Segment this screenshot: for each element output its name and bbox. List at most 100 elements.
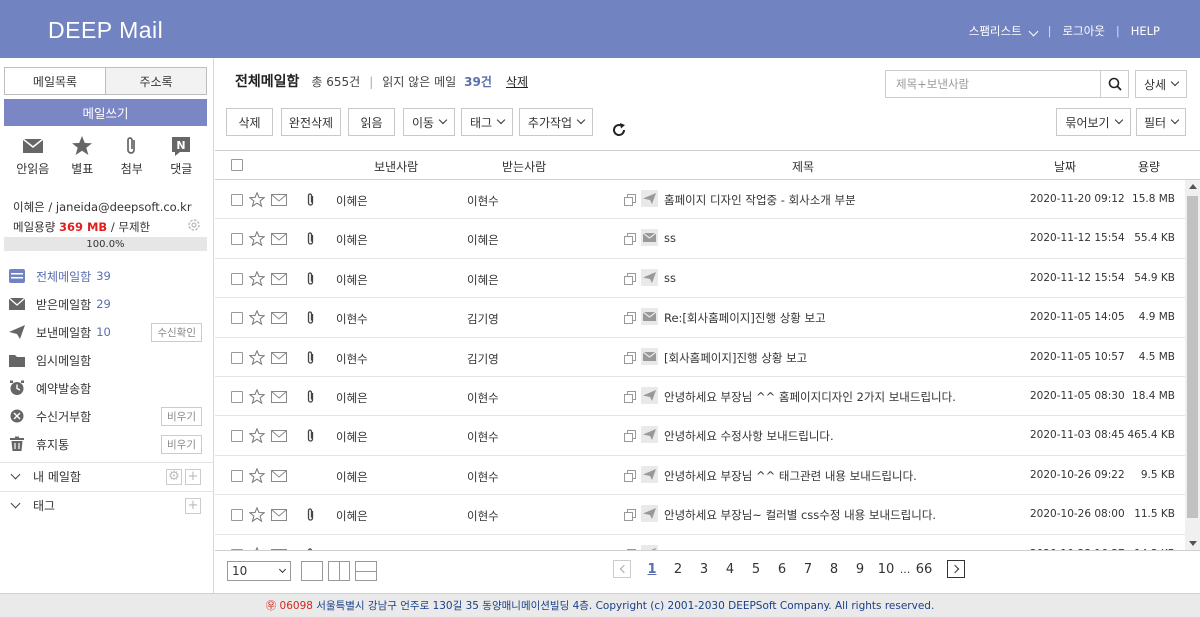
envelope-icon[interactable]: [271, 312, 287, 325]
tab-mail-list[interactable]: 메일목록: [4, 67, 106, 95]
envelope-icon[interactable]: [271, 233, 287, 246]
table-row[interactable]: 이혜은 이혜은 ss 2020-11-12 15:54 55.4 KB: [215, 219, 1185, 259]
scroll-down-arrow[interactable]: [1189, 541, 1197, 546]
page-number[interactable]: 6: [769, 562, 795, 577]
mark-read-button[interactable]: 읽음: [348, 108, 395, 136]
row-subject[interactable]: 안녕하세요 부장님 ^^ 태그관련 내용 보내드립니다.: [664, 468, 917, 484]
row-sender[interactable]: 이혜은: [336, 469, 368, 485]
read-receipt-button[interactable]: 수신확인: [151, 323, 202, 342]
add-mailbox-icon[interactable]: +: [185, 469, 201, 485]
row-sender[interactable]: 이혜은: [336, 232, 368, 248]
scroll-up-arrow[interactable]: [1189, 184, 1197, 189]
detail-search-button[interactable]: 상세: [1135, 70, 1187, 98]
star-icon[interactable]: [249, 310, 265, 326]
row-checkbox[interactable]: [231, 272, 243, 285]
star-icon[interactable]: [249, 428, 265, 444]
next-page-button[interactable]: [947, 560, 965, 578]
folder-drafts[interactable]: 임시메일함: [0, 346, 214, 374]
folder-trash[interactable]: 휴지통 비우기: [0, 430, 214, 458]
more-actions-dropdown[interactable]: 추가작업: [519, 108, 593, 136]
column-subject[interactable]: 제목: [792, 158, 814, 175]
per-page-select[interactable]: 10: [227, 561, 291, 581]
prev-page-button[interactable]: [613, 560, 631, 578]
star-icon[interactable]: [249, 231, 265, 247]
search-input[interactable]: 제목+보낸사람: [885, 70, 1101, 98]
spam-list-menu[interactable]: 스팸리스트: [969, 23, 1039, 39]
star-icon[interactable]: [249, 388, 265, 404]
page-number[interactable]: 3: [691, 562, 717, 577]
row-subject[interactable]: 홈페이지 디자인 작업중 - 회사소개 부분: [664, 192, 856, 208]
copy-icon[interactable]: [624, 194, 636, 206]
envelope-icon[interactable]: [271, 272, 287, 285]
column-size[interactable]: 용량: [1138, 158, 1160, 175]
table-row[interactable]: 이혜은 이현수 안녕하세요 수정사항 보내드립니다. 2020-11-03 08:45…: [215, 416, 1185, 456]
quick-filter-attachment[interactable]: 첨부: [110, 136, 154, 177]
copy-icon[interactable]: [624, 312, 636, 325]
refresh-icon[interactable]: [611, 122, 627, 138]
row-sender[interactable]: 이현수: [336, 351, 368, 367]
row-subject[interactable]: [회사홈페이지]진행 상황 보고: [664, 350, 807, 366]
row-subject[interactable]: 안녕하세요 부장님~ 컬러별 css수정 내용 보내드립니다.: [664, 507, 936, 523]
copy-icon[interactable]: [624, 430, 636, 443]
envelope-icon[interactable]: [271, 351, 287, 364]
add-tag-icon[interactable]: +: [185, 498, 201, 514]
row-subject[interactable]: ss: [664, 271, 676, 285]
group-view-dropdown[interactable]: 묶어보기: [1056, 108, 1131, 136]
my-mailbox-group[interactable]: 내 메일함 ⚙ +: [0, 462, 214, 490]
page-number[interactable]: 9: [847, 562, 873, 577]
copy-icon[interactable]: [624, 509, 636, 522]
folder-sent[interactable]: 보낸메일함 10 수신확인: [0, 318, 214, 346]
page-number[interactable]: 10: [873, 562, 899, 577]
logout-link[interactable]: 로그아웃: [1063, 23, 1105, 39]
row-checkbox[interactable]: [231, 194, 243, 206]
folder-all-mail[interactable]: 전체메일함 39: [0, 262, 214, 290]
column-sender[interactable]: 보낸사람: [374, 158, 418, 175]
permanent-delete-button[interactable]: 완전삭제: [281, 108, 341, 136]
table-row[interactable]: 이현수 김기영 Re:[회사홈페이지]진행 상황 보고 2020-11-05 14:0…: [215, 298, 1185, 338]
mailbox-settings-icon[interactable]: ⚙: [166, 469, 182, 485]
envelope-icon[interactable]: [271, 430, 287, 443]
row-checkbox[interactable]: [231, 430, 243, 443]
table-row[interactable]: 이현수 김기영 [회사홈페이지]진행 상황 보고 2020-11-05 10:57 4.…: [215, 338, 1185, 377]
row-subject[interactable]: ss: [664, 231, 676, 245]
tab-address-book[interactable]: 주소록: [106, 67, 207, 95]
delete-button[interactable]: 삭제: [226, 108, 273, 136]
copy-icon[interactable]: [624, 351, 636, 364]
page-number[interactable]: 1: [639, 562, 665, 577]
tag-group[interactable]: 태그 +: [0, 491, 214, 519]
column-date[interactable]: 날짜: [1054, 158, 1076, 175]
compose-button[interactable]: 메일쓰기: [4, 99, 207, 126]
row-checkbox[interactable]: [231, 469, 243, 482]
star-icon[interactable]: [249, 507, 265, 523]
row-checkbox[interactable]: [231, 233, 243, 246]
star-icon[interactable]: [249, 467, 265, 483]
quick-filter-unread[interactable]: 안읽음: [11, 136, 55, 177]
row-checkbox[interactable]: [231, 312, 243, 325]
row-subject[interactable]: 안녕하세요 수정사항 보내드립니다.: [664, 428, 834, 444]
app-logo[interactable]: DEEP Mail: [48, 17, 163, 44]
row-checkbox[interactable]: [231, 390, 243, 403]
row-checkbox[interactable]: [231, 351, 243, 364]
folder-inbox[interactable]: 받은메일함 29: [0, 290, 214, 318]
select-all-checkbox[interactable]: [231, 159, 243, 171]
settings-gear-icon[interactable]: [186, 217, 202, 233]
table-row[interactable]: 이혜은 이혜은 ss 2020-11-12 15:54 54.9 KB: [215, 259, 1185, 299]
column-receiver[interactable]: 받는사람: [502, 158, 546, 175]
row-sender[interactable]: 이혜은: [336, 193, 368, 209]
copy-icon[interactable]: [624, 233, 636, 246]
page-number[interactable]: 66: [911, 562, 937, 577]
row-subject[interactable]: Re:[회사홈페이지]진행 상황 보고: [664, 310, 826, 326]
folder-scheduled[interactable]: 예약발송함: [0, 374, 214, 402]
row-checkbox[interactable]: [231, 509, 243, 522]
empty-blocked-button[interactable]: 비우기: [161, 407, 202, 426]
quick-filter-comment[interactable]: N 댓글: [159, 136, 203, 177]
view-list-button[interactable]: [301, 561, 323, 581]
row-sender[interactable]: 이혜은: [336, 272, 368, 288]
envelope-icon[interactable]: [271, 509, 287, 522]
scrollbar[interactable]: [1185, 180, 1200, 550]
delete-unread-link[interactable]: 삭제: [506, 73, 528, 90]
empty-trash-button[interactable]: 비우기: [161, 435, 202, 454]
row-sender[interactable]: 이혜은: [336, 390, 368, 406]
help-link[interactable]: HELP: [1131, 24, 1160, 38]
table-row[interactable]: 이혜은이현수2020-10-23 16:3714.3 KB: [215, 535, 1185, 550]
